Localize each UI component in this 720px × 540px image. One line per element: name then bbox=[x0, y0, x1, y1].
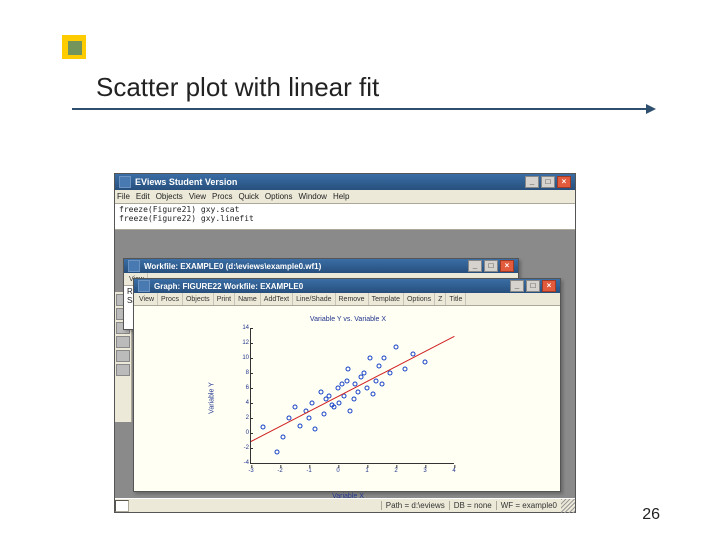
plot-area: -4-202468101214-3-2-101234 bbox=[250, 328, 454, 464]
menu-procs[interactable]: Procs bbox=[212, 192, 232, 201]
data-point bbox=[307, 416, 312, 421]
data-point bbox=[379, 382, 384, 387]
gbtn-view[interactable]: View bbox=[136, 293, 158, 305]
data-point bbox=[340, 382, 345, 387]
maximize-button[interactable]: □ bbox=[526, 280, 540, 292]
gbtn-procs[interactable]: Procs bbox=[158, 293, 183, 305]
minimize-button[interactable]: _ bbox=[510, 280, 524, 292]
gbtn-template[interactable]: Template bbox=[369, 293, 404, 305]
gbtn-lineshade[interactable]: Line/Shade bbox=[293, 293, 335, 305]
data-point bbox=[298, 423, 303, 428]
data-point bbox=[376, 363, 381, 368]
data-point bbox=[336, 386, 341, 391]
app-statusbar: Path = d:\eviews DB = none WF = example0 bbox=[115, 498, 575, 512]
status-path: Path = d:\eviews bbox=[381, 501, 449, 510]
status-db: DB = none bbox=[449, 501, 496, 510]
y-axis-label: Variable Y bbox=[208, 382, 215, 414]
data-point bbox=[309, 401, 314, 406]
status-inset bbox=[115, 500, 129, 512]
gbtn-objects[interactable]: Objects bbox=[183, 293, 214, 305]
menu-file[interactable]: File bbox=[117, 192, 130, 201]
close-button[interactable]: × bbox=[500, 260, 514, 272]
menu-quick[interactable]: Quick bbox=[238, 192, 258, 201]
data-point bbox=[292, 404, 297, 409]
data-point bbox=[330, 402, 335, 407]
gbtn-z[interactable]: Z bbox=[435, 293, 446, 305]
app-title: EViews Student Version bbox=[135, 177, 237, 187]
resize-grip-icon[interactable] bbox=[561, 499, 575, 513]
gbtn-addtext[interactable]: AddText bbox=[261, 293, 293, 305]
data-point bbox=[347, 408, 352, 413]
app-menubar: File Edit Objects View Procs Quick Optio… bbox=[115, 190, 575, 204]
scatter-chart: Variable Y vs. Variable X Variable Y Var… bbox=[242, 318, 454, 478]
menu-edit[interactable]: Edit bbox=[136, 192, 150, 201]
slide-bullet-icon bbox=[62, 35, 86, 59]
app-icon bbox=[119, 176, 131, 188]
data-point bbox=[388, 371, 393, 376]
graph-titlebar[interactable]: Graph: FIGURE22 Workfile: EXAMPLE0 _ □ × bbox=[134, 279, 560, 293]
mdi-workspace: Workfile: EXAMPLE0 (d:\eviews\example0.w… bbox=[115, 230, 575, 498]
data-point bbox=[356, 389, 361, 394]
data-point bbox=[260, 425, 265, 430]
app-titlebar[interactable]: EViews Student Version _ □ × bbox=[115, 174, 575, 190]
menu-help[interactable]: Help bbox=[333, 192, 349, 201]
graph-toolbar: View Procs Objects Print Name AddText Li… bbox=[134, 293, 560, 306]
status-wf: WF = example0 bbox=[496, 501, 561, 510]
graph-canvas: Variable Y vs. Variable X Variable Y Var… bbox=[134, 306, 560, 491]
chart-title: Variable Y vs. Variable X bbox=[242, 316, 454, 323]
slide-divider bbox=[72, 108, 648, 110]
minimize-button[interactable]: _ bbox=[525, 176, 539, 188]
data-point bbox=[312, 427, 317, 432]
maximize-button[interactable]: □ bbox=[541, 176, 555, 188]
data-point bbox=[365, 386, 370, 391]
data-point bbox=[373, 378, 378, 383]
linear-fit-line bbox=[251, 336, 454, 442]
graph-icon bbox=[138, 280, 150, 292]
command-input[interactable]: freeze(Figure21) gxy.scat freeze(Figure2… bbox=[115, 204, 575, 230]
data-point bbox=[370, 392, 375, 397]
graph-window[interactable]: Graph: FIGURE22 Workfile: EXAMPLE0 _ □ ×… bbox=[133, 278, 561, 492]
data-point bbox=[337, 401, 342, 406]
data-point bbox=[367, 356, 372, 361]
gbtn-title[interactable]: Title bbox=[446, 293, 466, 305]
data-point bbox=[402, 367, 407, 372]
minimize-button[interactable]: _ bbox=[468, 260, 482, 272]
menu-view[interactable]: View bbox=[189, 192, 206, 201]
menu-window[interactable]: Window bbox=[299, 192, 327, 201]
close-button[interactable]: × bbox=[542, 280, 556, 292]
menu-options[interactable]: Options bbox=[265, 192, 293, 201]
data-point bbox=[318, 389, 323, 394]
data-point bbox=[423, 359, 428, 364]
data-point bbox=[346, 367, 351, 372]
gbtn-options[interactable]: Options bbox=[404, 293, 435, 305]
data-point bbox=[394, 344, 399, 349]
data-point bbox=[344, 378, 349, 383]
data-point bbox=[351, 397, 356, 402]
gbtn-name[interactable]: Name bbox=[235, 293, 261, 305]
slide-page-number: 26 bbox=[642, 506, 660, 524]
gbtn-print[interactable]: Print bbox=[214, 293, 235, 305]
slide-title: Scatter plot with linear fit bbox=[96, 72, 379, 103]
document-icon bbox=[128, 260, 140, 272]
menu-objects[interactable]: Objects bbox=[156, 192, 183, 201]
workfile-title: Workfile: EXAMPLE0 (d:\eviews\example0.w… bbox=[144, 262, 321, 271]
data-point bbox=[362, 371, 367, 376]
data-point bbox=[280, 434, 285, 439]
gbtn-remove[interactable]: Remove bbox=[336, 293, 369, 305]
eviews-app-window: EViews Student Version _ □ × File Edit O… bbox=[114, 173, 576, 513]
workfile-titlebar[interactable]: Workfile: EXAMPLE0 (d:\eviews\example0.w… bbox=[124, 259, 518, 273]
maximize-button[interactable]: □ bbox=[484, 260, 498, 272]
close-button[interactable]: × bbox=[557, 176, 571, 188]
data-point bbox=[275, 449, 280, 454]
data-point bbox=[327, 393, 332, 398]
graph-title: Graph: FIGURE22 Workfile: EXAMPLE0 bbox=[154, 282, 303, 291]
data-point bbox=[321, 412, 326, 417]
x-axis-label: Variable X bbox=[242, 493, 454, 500]
data-point bbox=[382, 356, 387, 361]
